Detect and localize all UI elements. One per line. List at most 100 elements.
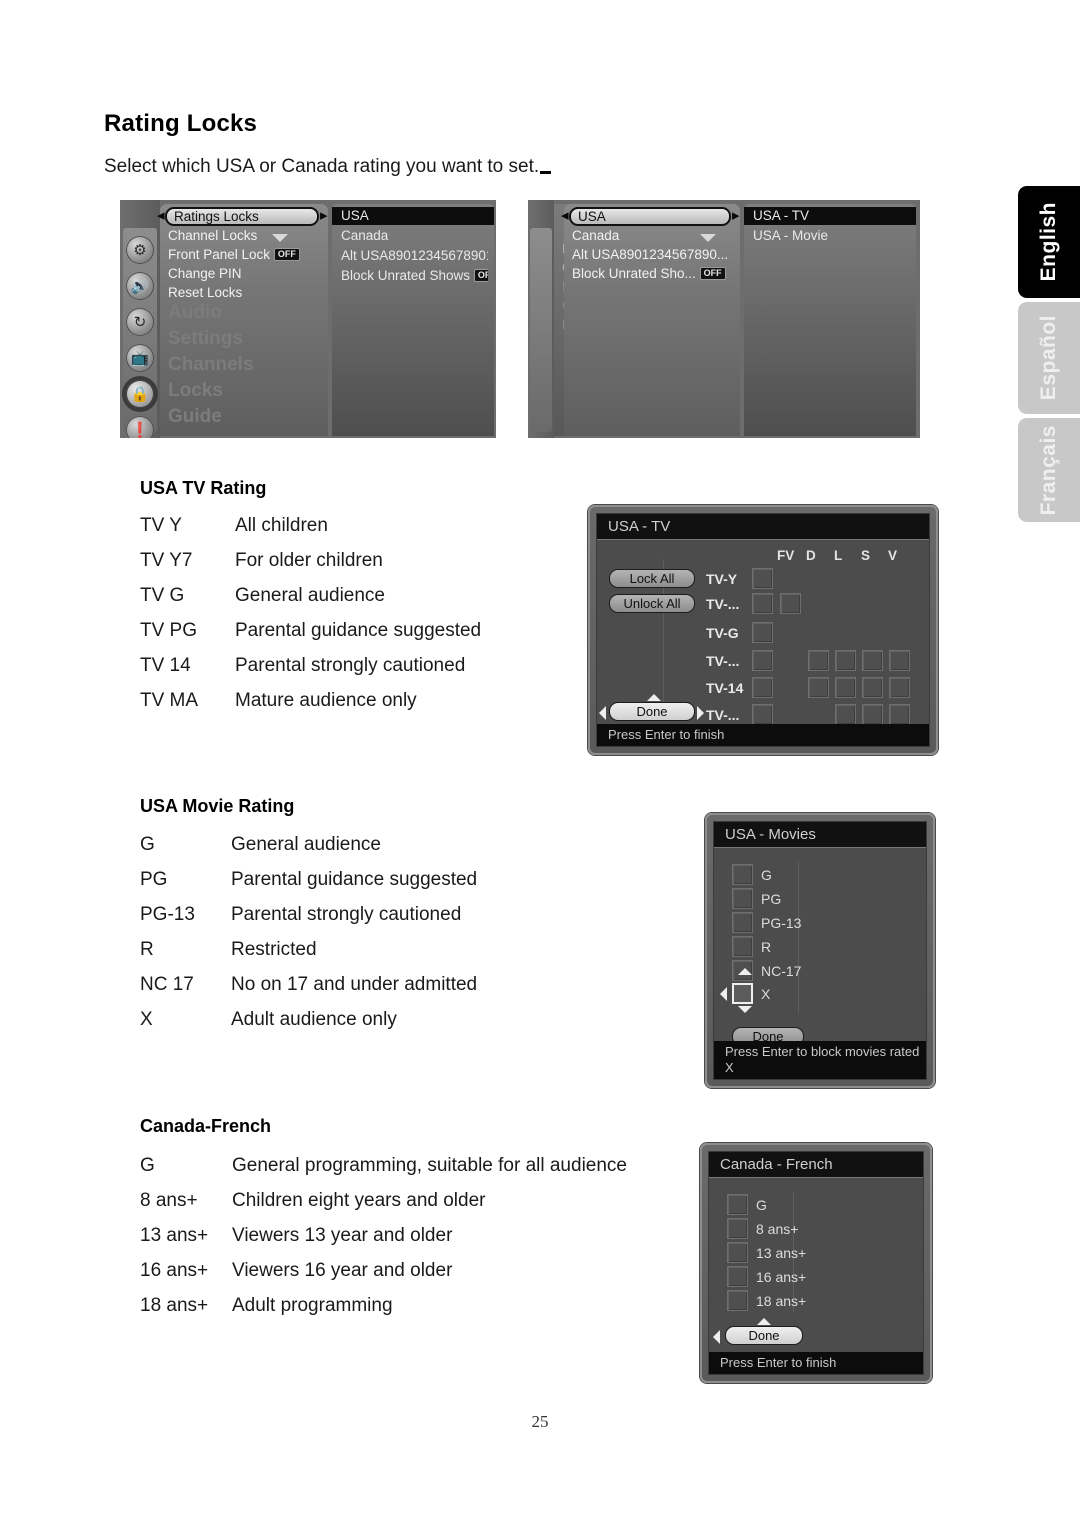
list-item: TV 14 Parental strongly cautioned (140, 655, 481, 677)
column-header-v: V (888, 548, 898, 563)
osd1-block-unrated-label: Block Unrated Shows (341, 268, 471, 283)
checkbox-tv-14-l[interactable] (835, 677, 856, 698)
movie-label-nc17: NC-17 (761, 963, 802, 979)
usa-movies-dialog-inner: USA - Movies G PG PG-13 R NC-17 X Done P… (713, 821, 927, 1080)
osd2-icon-rail (528, 200, 554, 438)
tv-icon[interactable]: 📺 (126, 344, 154, 372)
list-item: PG-13 Parental strongly cautioned (140, 904, 477, 926)
nav-down-icon (738, 1006, 752, 1013)
checkbox-tv-14-s[interactable] (862, 677, 883, 698)
lock-all-button[interactable]: Lock All (609, 569, 695, 588)
canada-label-8ans: 8 ans+ (756, 1221, 799, 1237)
nav-up-icon (757, 1318, 771, 1325)
rating-desc: General audience (231, 834, 381, 855)
chevron-right-icon: ▸ (320, 207, 328, 224)
osd2-item-block-unrated[interactable]: Block Unrated Sho... OFF (572, 265, 734, 283)
language-tab-francais-label: Français (1037, 424, 1060, 516)
checkbox-canada-8ans[interactable] (727, 1218, 748, 1239)
checkbox-canada-16ans[interactable] (727, 1266, 748, 1287)
canada-label-18ans: 18 ans+ (756, 1293, 807, 1309)
checkbox-canada-g[interactable] (727, 1194, 748, 1215)
osd1-item-channel-locks[interactable]: Channel Locks (168, 227, 322, 245)
osd2-item-alt-usa[interactable]: Alt USA8901234567890... (572, 246, 734, 264)
movie-label-x: X (761, 986, 771, 1002)
osd1-right-item-canada[interactable]: Canada (341, 227, 488, 245)
checkbox-tv-14-d[interactable] (808, 677, 829, 698)
chevron-right-icon: ▸ (732, 207, 740, 224)
osd1-item-change-pin[interactable]: Change PIN (168, 265, 322, 283)
osd2-right-item-usa-tv[interactable]: USA - TV (744, 207, 916, 225)
osd1-highlighted-item[interactable]: Ratings Locks (165, 207, 319, 226)
checkbox-movie-pg[interactable] (732, 888, 753, 909)
lock-icon[interactable]: 🔒 (126, 380, 154, 408)
unlock-all-button[interactable]: Unlock All (609, 594, 695, 613)
row-label-tv-14: TV-14 (706, 680, 744, 696)
checkbox-tv-y7-lock[interactable] (752, 593, 773, 614)
checkbox-tv-g-lock[interactable] (752, 622, 773, 643)
checkbox-canada-18ans[interactable] (727, 1290, 748, 1311)
checkbox-movie-g[interactable] (732, 864, 753, 885)
chevron-down-icon (272, 234, 288, 242)
nav-up-icon (738, 968, 752, 975)
checkbox-tv-pg-v[interactable] (889, 650, 910, 671)
osd1-right-item-alt-usa[interactable]: Alt USA89012345678901... (341, 247, 488, 265)
info-icon[interactable]: ❗ (126, 416, 154, 438)
rating-desc: General audience (235, 585, 385, 606)
checkbox-tv-pg-d[interactable] (808, 650, 829, 671)
osd2-highlighted-item[interactable]: USA (569, 207, 731, 226)
list-item: 13 ans+ Viewers 13 year and older (140, 1225, 627, 1247)
language-tab-espanol[interactable]: Español (1018, 302, 1080, 414)
sync-icon[interactable]: ↻ (126, 308, 154, 336)
done-button[interactable]: Done (609, 702, 695, 721)
checkbox-tv-y-lock[interactable] (752, 568, 773, 589)
canada-french-list: G General programming, suitable for all a… (140, 1155, 627, 1330)
list-item: 18 ans+ Adult programming (140, 1295, 627, 1317)
list-item: G General programming, suitable for all a… (140, 1155, 627, 1177)
osd2-right-column: USA - TV USA - Movie (744, 204, 916, 436)
rating-code: 13 ans+ (140, 1225, 209, 1246)
checkbox-tv-14-v[interactable] (889, 677, 910, 698)
usa-tv-dialog-footer: Press Enter to finish (597, 724, 929, 746)
chevron-left-icon: ◂ (157, 207, 165, 224)
speaker-icon[interactable]: 🔊 (126, 272, 154, 300)
checkbox-tv-pg-l[interactable] (835, 650, 856, 671)
language-tab-english[interactable]: English (1018, 186, 1080, 298)
osd-menu-screenshot-2: Ra Ch Fro Cha Res ◂ USA ▸ Canada Alt USA… (528, 200, 920, 438)
movie-label-g: G (761, 867, 772, 883)
row-label-tv-g: TV-G (706, 625, 739, 641)
rating-code: TV Y7 (140, 550, 193, 571)
checkbox-tv-ma-s[interactable] (862, 704, 883, 725)
checkbox-tv-ma-v[interactable] (889, 704, 910, 725)
checkbox-movie-x[interactable] (732, 983, 753, 1004)
rating-desc: Adult audience only (231, 1009, 397, 1030)
language-tab-francais[interactable]: Français (1018, 418, 1080, 522)
osd1-right-item-usa[interactable]: USA (332, 207, 494, 225)
checkbox-movie-pg13[interactable] (732, 912, 753, 933)
osd1-ghost-audio: Audio (168, 302, 222, 323)
rating-desc: Viewers 13 year and older (232, 1225, 453, 1246)
osd2-rail-inner (530, 228, 552, 432)
checkbox-movie-r[interactable] (732, 936, 753, 957)
usa-movies-dialog: USA - Movies G PG PG-13 R NC-17 X Done P… (705, 813, 935, 1088)
rating-code: R (140, 939, 154, 960)
osd1-right-item-block-unrated[interactable]: Block Unrated Shows OFF (341, 267, 488, 285)
usa-tv-dialog-inner: USA - TV FV D L S V Lock All Unlock All … (596, 513, 930, 747)
checkbox-tv-pg-lock[interactable] (752, 650, 773, 671)
usa-tv-rating-list: TV Y All children TV Y7 For older children… (140, 515, 481, 725)
list-item: PG Parental guidance suggested (140, 869, 477, 891)
osd2-right-item-usa-movie[interactable]: USA - Movie (753, 227, 910, 245)
osd1-item-front-panel-lock[interactable]: Front Panel Lock OFF (168, 246, 322, 264)
done-button[interactable]: Done (725, 1326, 803, 1345)
checkbox-tv-pg-s[interactable] (862, 650, 883, 671)
checkbox-tv-ma-lock[interactable] (752, 704, 773, 725)
gear-icon[interactable]: ⚙ (126, 236, 154, 264)
page-title: Rating Locks (104, 110, 258, 137)
rating-code: TV 14 (140, 655, 191, 676)
checkbox-tv-14-lock[interactable] (752, 677, 773, 698)
checkbox-canada-13ans[interactable] (727, 1242, 748, 1263)
checkbox-tv-ma-l[interactable] (835, 704, 856, 725)
rating-code: 16 ans+ (140, 1260, 209, 1281)
osd2-block-unrated-label: Block Unrated Sho... (572, 266, 696, 281)
column-header-l: L (834, 548, 843, 563)
checkbox-tv-y7-fv[interactable] (780, 593, 801, 614)
